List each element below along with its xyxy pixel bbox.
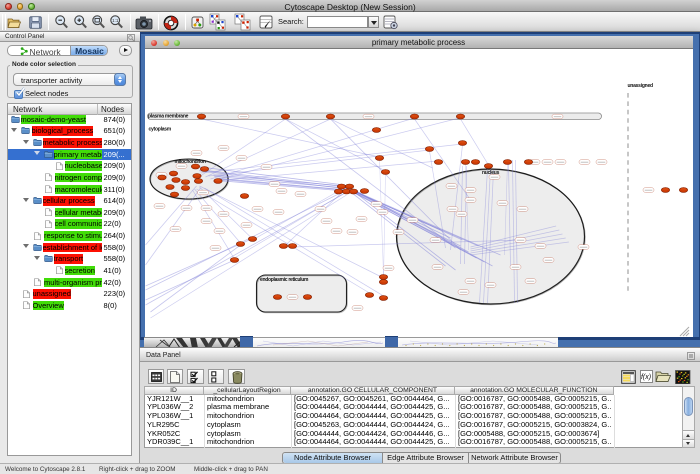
svg-text:endoplasmic reticulum: endoplasmic reticulum	[260, 277, 309, 283]
svg-text:unassigned: unassigned	[627, 83, 652, 89]
svg-text:cytoplasm: cytoplasm	[148, 127, 171, 133]
svg-text:mitochondrion: mitochondrion	[174, 159, 205, 165]
svg-text:nucleus: nucleus	[482, 170, 500, 176]
svg-text:plasma membrane: plasma membrane	[148, 113, 189, 119]
svg-text:1:1: 1:1	[112, 18, 119, 23]
